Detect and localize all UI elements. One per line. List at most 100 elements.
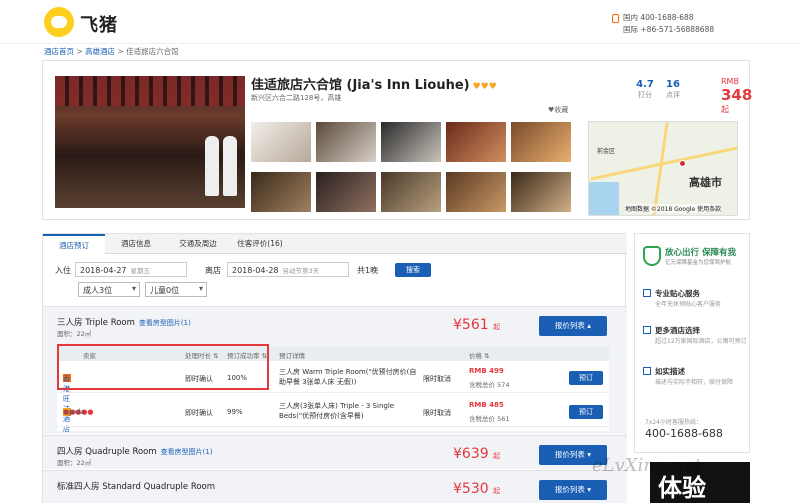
book-button[interactable]: 预订 [569,371,603,385]
reviews-label: 点评 [666,91,680,99]
price-list-button[interactable]: 报价列表 ▴ [539,316,607,336]
tab-reviews[interactable]: 住客评价(16) [229,234,291,254]
shield-icon [643,246,661,266]
price-currency: RMB [721,77,739,86]
favorite-button[interactable]: ♥收藏 [548,105,568,115]
photo-thumbnail[interactable] [251,172,311,212]
room-price-value: ¥561 [453,317,489,333]
price-suffix: 起 [721,105,729,114]
fliggy-logo[interactable]: 飞猪 [44,7,136,37]
room-price-value: ¥639 [453,446,489,462]
room-details: 三人房(3张单人床) Triple - 3 Single Beds("优预付房价… [279,402,395,420]
guarantee-item-title: 更多酒店选择 [655,326,700,335]
photo-ceiling [55,76,245,106]
highlight-annotation [57,344,269,390]
room-photos-link[interactable]: 查看房型图片(1) [139,319,191,327]
photo-thumbnail[interactable] [316,122,376,162]
checkout-note: 另动节第3天 [282,267,320,275]
photo-thumbnail[interactable] [511,172,571,212]
breadcrumb-sep: > [74,47,86,56]
hotel-address: 新兴区六合二路128号，高雄 [251,94,342,102]
guarantee-item-desc: 超过12万家国际酒店，公寓可预订 [655,338,747,345]
map-road [652,122,669,215]
checkin-label: 入住 [55,266,71,275]
cancel-policy: 限时取消 [423,409,451,417]
location-map[interactable]: 前金区 高雄市 地图数据 ©2018 Google 使用条款 [588,121,738,216]
tab-bar: 酒店预订 酒店信息 交通及周边 住客评价(16) [43,234,627,255]
room-title: 四人房 Quadruple Room [57,447,157,457]
room-name: 标准四人房 Standard Quadruple Room [57,480,215,492]
room-card: 四人房 Quadruple Room 查看房型图片(1) 面积：22㎡ ¥639 … [43,435,627,469]
tab-hotel-info[interactable]: 酒店信息 [105,234,167,254]
guarantee-subtitle: 亿元保障基金为您保驾护航 [665,260,732,266]
hotline: 国内 400-1688-688 国际 +86-571-56888688 [612,12,762,36]
offer-price: RMB 485 [469,401,504,409]
photo-thumbnail[interactable] [251,122,311,162]
tab-booking[interactable]: 酒店预订 [43,234,105,255]
photo-thumbnail[interactable] [381,122,441,162]
room-price: ¥530 起 [453,481,500,497]
hotel-name-text: 佳适旅店六合馆 (Jia's Inn Liouhe) [251,78,470,93]
room-price-suffix: 起 [493,323,501,331]
hotel-summary-card: 佳适旅店六合馆 (Jia's Inn Liouhe) ♥♥♥ 新兴区六合二路128… [42,60,752,220]
header-price[interactable]: 价格 ⇅ [469,350,490,360]
domestic-phone: 400-1688-688 [640,13,694,22]
service-phone-label: 7x24小时客服热线： [645,419,703,426]
children-select[interactable]: 儿童0位 [145,282,207,297]
room-name: 四人房 Quadruple Room 查看房型图片(1) [57,445,213,457]
guarantee-item-title: 如实描述 [655,367,685,376]
offer-price: RMB 499 [469,367,504,375]
room-title: 三人房 Triple Room [57,318,135,328]
map-area-label: 前金区 [597,148,616,155]
score-label: 打分 [638,91,652,99]
offer-total: 含税总价 574 [469,381,510,389]
checkin-date-field[interactable]: 2018-04-27 星期五 [75,262,187,277]
check-icon [643,367,651,375]
reviews-count: 16 [666,79,680,90]
breadcrumb-home[interactable]: 酒店首页 [44,47,74,56]
checkout-date: 2018-04-28 [232,266,279,275]
hotel-main-photo[interactable] [55,76,245,208]
photo-mannequin [205,136,219,196]
guarantee-title: 放心出行 保障有我 [665,248,736,258]
nights-count: 共1晚 [357,266,379,275]
star-rating-icon: ♥♥♥ [472,82,497,92]
checkin-date: 2018-04-27 [80,266,127,275]
breadcrumb-city[interactable]: 高雄酒店 [85,47,115,56]
photo-thumbnail[interactable] [381,172,441,212]
room-price-suffix: 起 [493,452,501,460]
checkout-label: 离店 [205,266,221,275]
price-list-button[interactable]: 报价列表 ▾ [539,480,607,500]
photo-thumbnail[interactable] [316,172,376,212]
search-button[interactable]: 搜索 [395,263,431,277]
photo-thumbnail[interactable] [446,172,506,212]
tab-transport[interactable]: 交通及周边 [167,234,229,254]
adults-select[interactable]: 成人3位 [78,282,140,297]
room-name: 三人房 Triple Room 查看房型图片(1) [57,316,191,328]
pig-logo-icon [44,7,74,37]
room-photos-link[interactable]: 查看房型图片(1) [161,448,213,456]
breadcrumb-current: 佳适旅店六合馆 [126,47,179,56]
book-button[interactable]: 预订 [569,405,603,419]
room-area: 面积：22㎡ [57,330,92,338]
checkout-date-field[interactable]: 2018-04-28 另动节第3天 [227,262,349,277]
room-card: 标准四人房 Standard Quadruple Room ¥530 起 报价列… [43,470,627,503]
photo-mannequin [223,136,237,196]
confirm-type: 即时确认 [185,409,213,417]
score: 4.7 打分 [633,79,657,100]
reviews[interactable]: 16 点评 [661,79,685,100]
hotel-name: 佳适旅店六合馆 (Jia's Inn Liouhe) ♥♥♥ [251,74,497,93]
header-details: 预订详情 [279,352,305,360]
service-phone: 400-1688-688 [645,427,723,440]
map-pin-icon [679,160,686,167]
top-header: 飞猪 国内 400-1688-688 国际 +86-571-56888688 [0,0,800,44]
photo-thumbnail[interactable] [446,122,506,162]
score-value: 4.7 [636,79,654,90]
map-copyright[interactable]: 地图数据 ©2018 Google 使用条款 [625,204,722,213]
guarantee-item-title: 专业贴心服务 [655,289,700,298]
domestic-label: 国内 [623,13,638,22]
room-area: 面积：22㎡ [57,459,92,467]
photo-thumbnail[interactable] [511,122,571,162]
map-city-label: 高雄市 [689,176,722,189]
room-title: 标准四人房 Standard Quadruple Room [57,482,216,492]
